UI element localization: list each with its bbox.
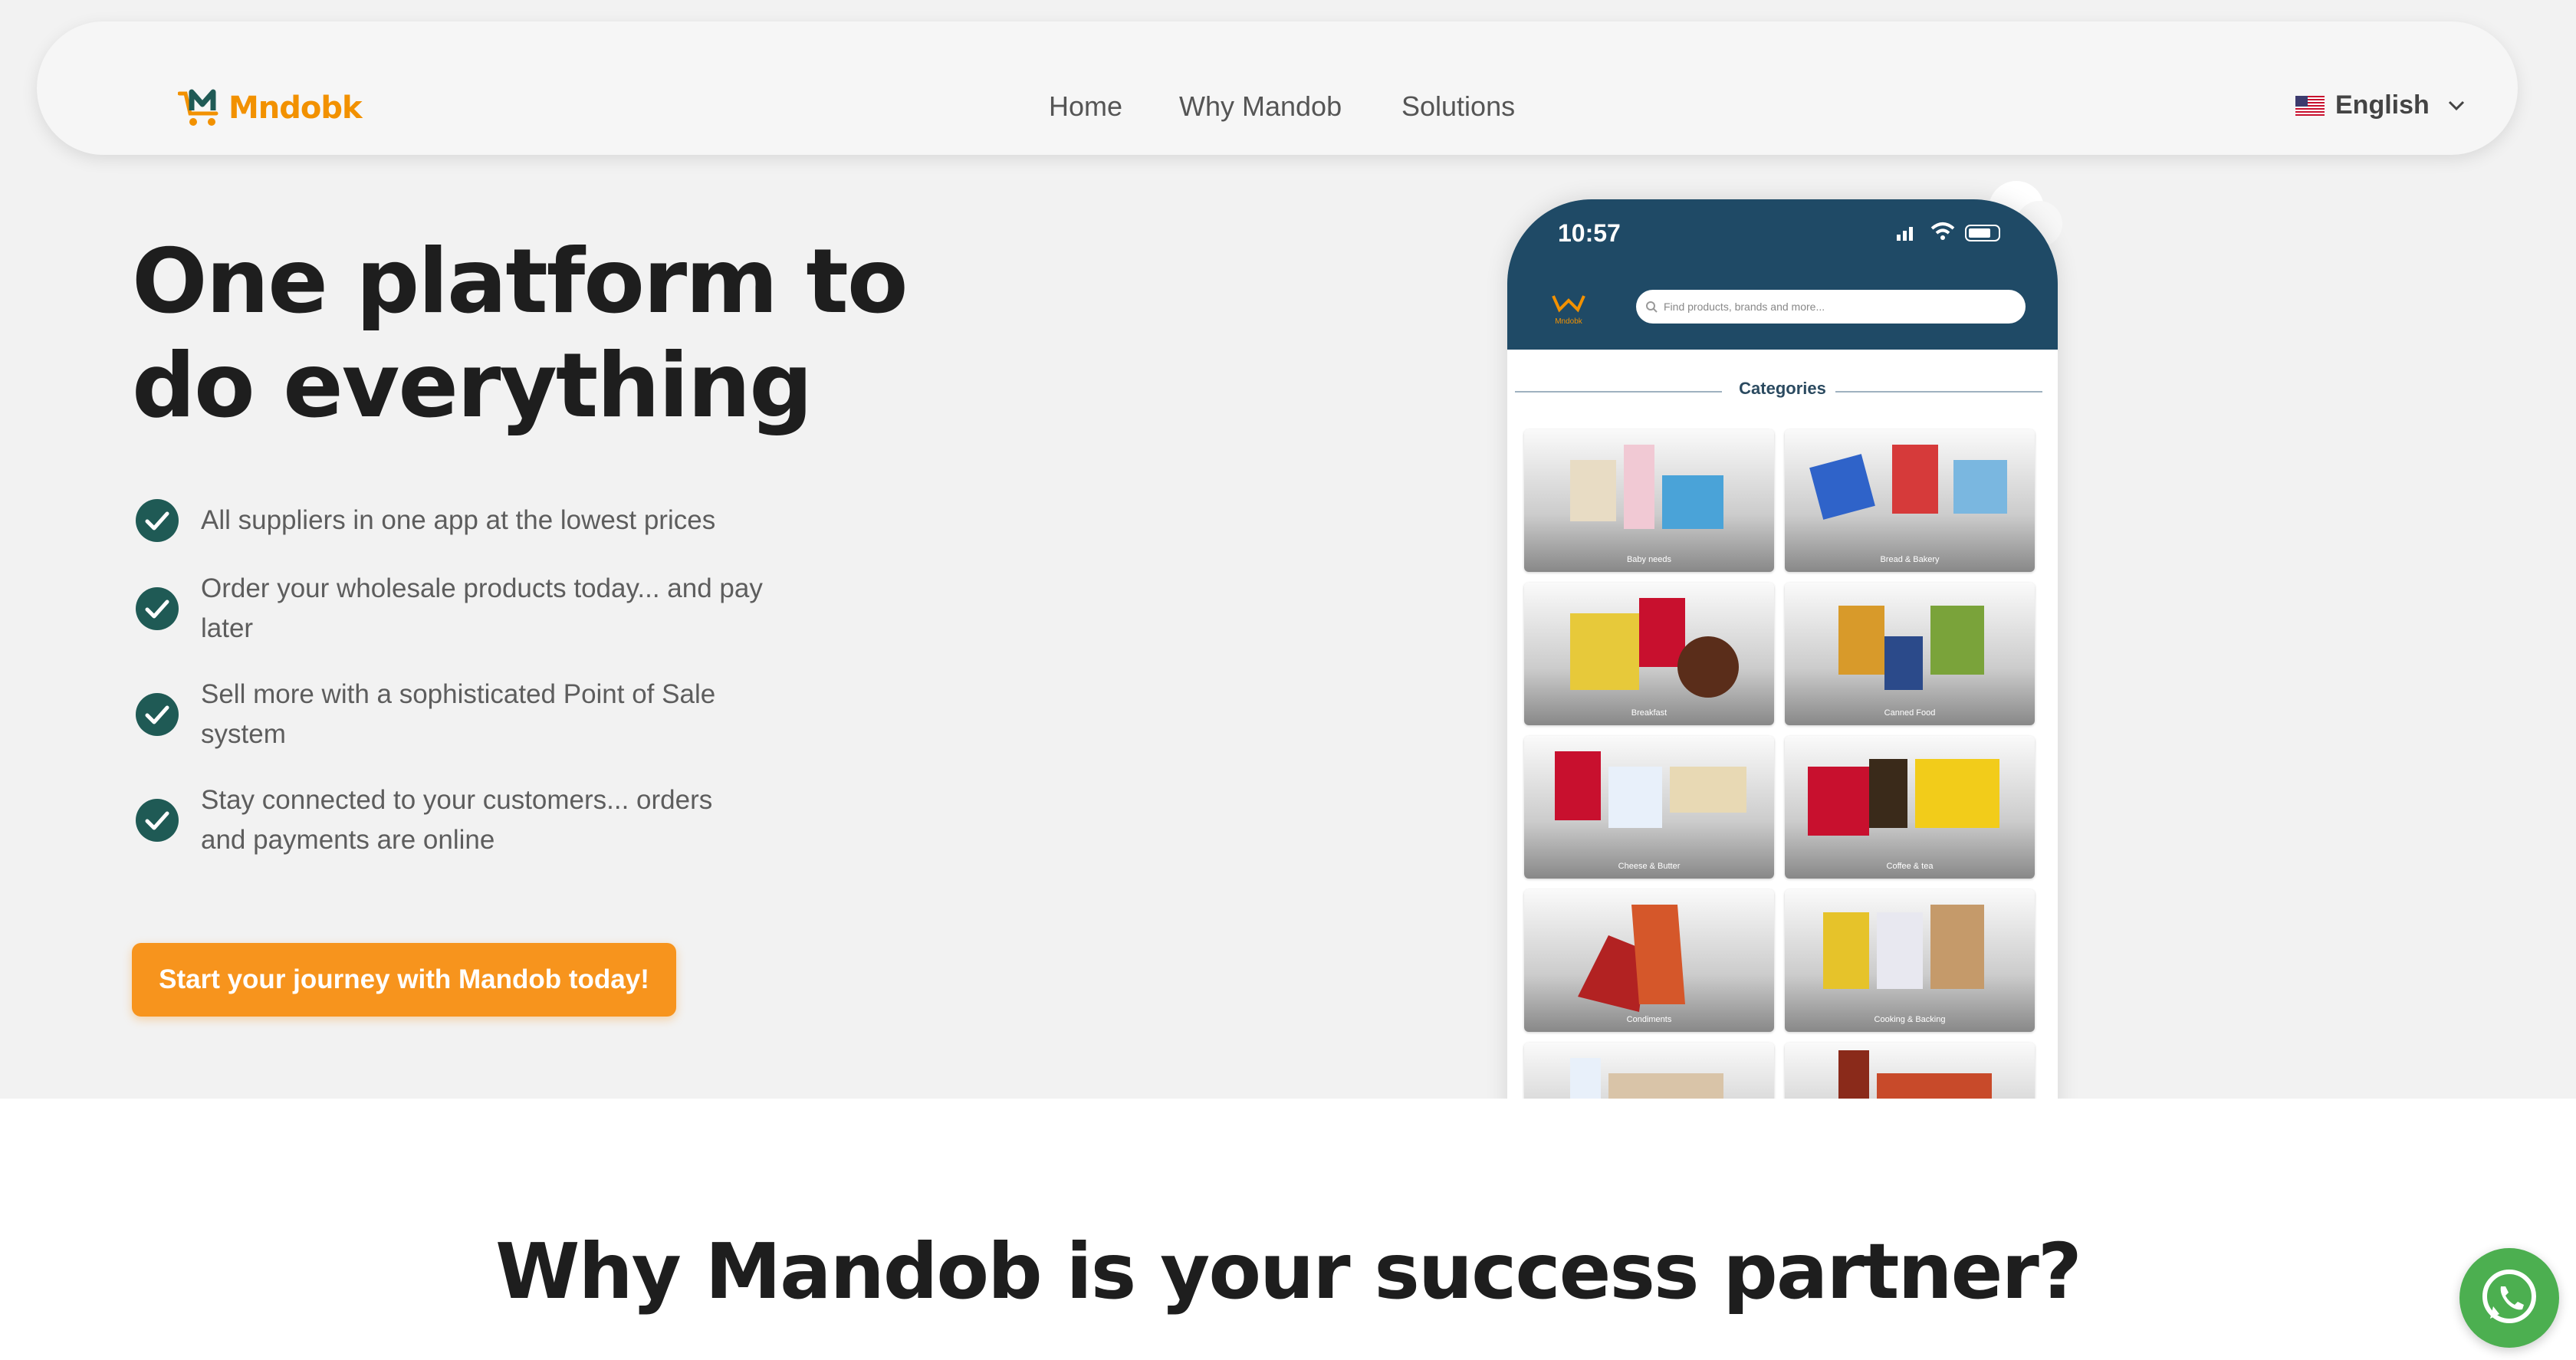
category-label: Condiments (1626, 1015, 1672, 1024)
category-tile-meats[interactable] (1785, 1043, 2035, 1099)
category-label: Canned Food (1884, 708, 1936, 718)
feature-text: Sell more with a sophisticated Point of … (201, 679, 716, 749)
start-journey-button[interactable]: Start your journey with Mandob today! (132, 943, 676, 1017)
check-circle-icon (136, 499, 179, 542)
feature-text: Order your wholesale products today... a… (201, 573, 763, 643)
status-bar-icons (1897, 222, 2000, 241)
category-tile-cooking-backing[interactable]: Cooking & Backing (1785, 889, 2035, 1032)
categories-title: Categories (1739, 379, 1826, 398)
breakfast-products-image (1570, 598, 1739, 698)
top-navbar: Mndobk Home Why Mandob Solutions English (37, 21, 2518, 155)
whatsapp-icon (2482, 1270, 2536, 1323)
category-tile-coffee-tea[interactable]: Coffee & tea (1785, 736, 2035, 879)
language-label: English (2335, 90, 2430, 120)
nav-why-mandob[interactable]: Why Mandob (1179, 90, 1342, 123)
nav-home[interactable]: Home (1049, 90, 1122, 123)
feature-item: All suppliers in one app at the lowest p… (135, 498, 764, 543)
app-search-input[interactable]: Find products, brands and more... (1636, 290, 2026, 324)
feature-list: All suppliers in one app at the lowest p… (135, 498, 764, 886)
app-header: 10:57 Mndobk Find products, brands and m… (1507, 199, 2058, 350)
category-tile-baby-needs[interactable]: Baby needs (1524, 429, 1774, 572)
category-label: Breakfast (1631, 708, 1668, 718)
canned-food-image (1838, 606, 1984, 690)
category-tile-cheese-butter[interactable]: Cheese & Butter (1524, 736, 1774, 879)
condiments-image (1578, 905, 1685, 1012)
dairy-products-image (1555, 751, 1746, 828)
feature-item: Order your wholesale products today... a… (135, 569, 764, 649)
language-selector[interactable]: English (2295, 90, 2465, 120)
nav-solutions[interactable]: Solutions (1401, 90, 1515, 123)
category-label: Cooking & Backing (1874, 1015, 1946, 1024)
phone-mockup: 10:57 Mndobk Find products, brands and m… (1507, 199, 2058, 1099)
category-tile-canned-food[interactable]: Canned Food (1785, 583, 2035, 725)
check-circle-icon (136, 587, 179, 630)
cooking-baking-image (1823, 905, 1984, 989)
category-label: Baby needs (1626, 555, 1672, 564)
app-logo-icon: Mndobk (1552, 295, 1585, 326)
whatsapp-button[interactable] (2459, 1248, 2559, 1348)
hero-headline: One platform to do everything (132, 230, 909, 438)
category-tile-condiments[interactable]: Condiments (1524, 889, 1774, 1032)
feature-item: Stay connected to your customers... orde… (135, 780, 764, 860)
category-label: Cheese & Butter (1618, 862, 1681, 871)
check-circle-icon (136, 799, 179, 842)
svg-text:Mndobk: Mndobk (1555, 317, 1583, 326)
coffee-tea-image (1808, 759, 1999, 836)
chevron-down-icon (2448, 100, 2464, 110)
category-tile-breakfast[interactable]: Breakfast (1524, 583, 1774, 725)
app-search-placeholder: Find products, brands and more... (1664, 301, 1825, 313)
search-icon (1646, 301, 1658, 313)
section-title: Why Mandob is your success partner? (495, 1227, 2082, 1316)
category-tile-bread-bakery[interactable]: Bread & Bakery (1785, 429, 2035, 572)
us-flag-icon (2295, 95, 2325, 116)
feature-text: All suppliers in one app at the lowest p… (201, 505, 716, 535)
meat-products-image (1838, 1050, 1992, 1099)
category-label: Coffee & tea (1886, 862, 1934, 871)
eggs-milk-image (1570, 1058, 1723, 1099)
nav-links: Home Why Mandob Solutions (37, 21, 2518, 155)
feature-text: Stay connected to your customers... orde… (201, 785, 713, 855)
category-tile-dairy[interactable] (1524, 1043, 1774, 1099)
bakery-products-image (1809, 445, 2007, 520)
status-time: 10:57 (1558, 219, 1621, 247)
hero-section: Mndobk Home Why Mandob Solutions English (0, 0, 2576, 1099)
category-label: Bread & Bakery (1880, 555, 1940, 564)
baby-products-image (1570, 445, 1723, 529)
feature-item: Sell more with a sophisticated Point of … (135, 675, 764, 754)
categories-header: Categories (1507, 370, 2058, 416)
check-circle-icon (136, 693, 179, 736)
